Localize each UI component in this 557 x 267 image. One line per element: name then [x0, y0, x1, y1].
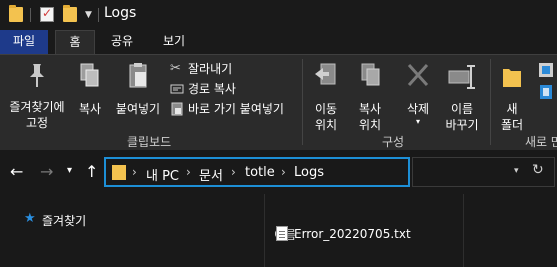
new-group-label: 새로 만 — [525, 135, 557, 149]
address-bar[interactable]: › 내 PC › 문서 › totle › Logs — [104, 157, 410, 187]
move-to-button[interactable]: 이동 위치 — [308, 61, 344, 133]
folder-icon — [9, 5, 23, 22]
tab-home[interactable]: 홈 — [55, 30, 95, 54]
chevron-right-icon[interactable]: › — [132, 165, 137, 179]
pin-label-line1: 즐겨찾기에 — [9, 100, 65, 114]
divider — [302, 59, 303, 145]
back-arrow-icon[interactable]: ← — [10, 162, 23, 181]
copy-to-icon — [361, 63, 380, 86]
breadcrumb-logs[interactable]: Logs — [294, 165, 324, 180]
clipboard-group-label: 클립보드 — [127, 135, 172, 149]
column-divider[interactable] — [463, 194, 464, 267]
move-to-icon — [315, 63, 336, 85]
move-to-label-line1: 이동 — [314, 102, 338, 116]
copy-path-label: 경로 복사 — [188, 82, 236, 96]
chevron-right-icon[interactable]: › — [186, 165, 191, 179]
move-to-label-line2: 위치 — [314, 118, 338, 132]
paste-shortcut-label: 바로 가기 붙여넣기 — [188, 102, 284, 116]
address-bar-controls: ▾ ↻ — [412, 157, 555, 187]
cut-label: 잘라내기 — [188, 62, 233, 76]
pane-divider[interactable] — [264, 194, 265, 267]
copy-icon — [80, 63, 99, 87]
pin-label-line2: 고정 — [25, 116, 49, 130]
copy-path-button[interactable]: 경로 복사 — [170, 80, 290, 98]
up-arrow-icon[interactable]: ↑ — [85, 162, 98, 181]
quick-access-label: 즐겨찾기 — [42, 214, 87, 228]
forward-arrow-icon[interactable]: → — [40, 162, 53, 181]
chevron-right-icon[interactable]: › — [281, 165, 286, 179]
ribbon-tabs: 파일 홈 공유 보기 — [0, 30, 557, 54]
file-row-name[interactable]: Error_20220705.txt — [294, 227, 411, 241]
copy-to-label-line2: 위치 — [358, 118, 382, 132]
text-file-icon — [276, 226, 288, 241]
rename-label-line2: 바꾸기 — [445, 118, 479, 132]
pin-icon — [30, 64, 44, 87]
paste-label: 붙여넣기 — [115, 102, 161, 116]
copy-to-label-line1: 복사 — [358, 102, 382, 116]
paste-shortcut-button[interactable]: 바로 가기 붙여넣기 — [170, 100, 300, 118]
rename-button[interactable]: 이름 바꾸기 — [442, 61, 482, 133]
rename-label-line1: 이름 — [450, 102, 474, 116]
window-title: Logs — [104, 5, 137, 21]
new-item-icon[interactable] — [537, 61, 555, 79]
clipboard-icon — [129, 63, 147, 88]
ribbon: 즐겨찾기에 고정 복사 붙여넣기 ✂ 잘라내기 경로 복사 바로 가기 붙여넣기… — [0, 54, 557, 150]
folder-icon — [112, 165, 126, 180]
new-folder-label-line2: 폴더 — [500, 118, 524, 132]
star-icon: ★ — [24, 211, 36, 226]
easy-access-icon[interactable] — [537, 83, 555, 101]
chevron-right-icon[interactable]: › — [231, 165, 236, 179]
tab-file[interactable]: 파일 — [0, 30, 48, 54]
tab-share[interactable]: 공유 — [106, 30, 138, 54]
divider — [98, 8, 99, 22]
new-folder-label-line1: 새 — [506, 102, 518, 116]
breadcrumb-documents[interactable]: 문서 — [199, 165, 223, 184]
new-folder-icon — [503, 69, 521, 87]
address-history-dropdown-icon[interactable]: ▾ — [514, 166, 519, 176]
scissors-icon: ✂ — [170, 61, 181, 76]
divider — [30, 8, 31, 22]
copy-label: 복사 — [78, 102, 102, 116]
paste-button[interactable]: 붙여넣기 — [110, 61, 166, 117]
breadcrumb-totle[interactable]: totle — [245, 165, 275, 180]
tab-view[interactable]: 보기 — [158, 30, 190, 54]
copy-path-icon — [170, 84, 184, 94]
delete-button[interactable]: 삭제 ▾ — [400, 61, 436, 127]
delete-label: 삭제 — [406, 102, 430, 116]
refresh-icon[interactable]: ↻ — [532, 162, 544, 178]
rename-icon — [448, 65, 475, 89]
copy-button[interactable]: 복사 — [74, 61, 106, 117]
paste-shortcut-icon — [171, 102, 183, 116]
copy-to-button[interactable]: 복사 위치 — [352, 61, 388, 133]
breadcrumb-this-pc[interactable]: 내 PC — [146, 165, 179, 184]
properties-icon[interactable] — [40, 6, 54, 22]
cut-button[interactable]: ✂ 잘라내기 — [170, 60, 290, 78]
title-bar: ▼ Logs — [0, 0, 557, 30]
new-folder-quick-icon[interactable] — [63, 5, 77, 22]
organize-group-label: 구성 — [382, 135, 405, 149]
recent-locations-chevron-icon[interactable]: ▾ — [67, 165, 72, 176]
delete-dropdown-icon[interactable]: ▾ — [400, 117, 436, 127]
pin-to-quick-access-button[interactable]: 즐겨찾기에 고정 — [4, 61, 70, 131]
navigation-bar: ← → ▾ ↑ › 내 PC › 문서 › totle › Logs ▾ ↻ — [0, 150, 557, 194]
new-folder-button[interactable]: 새 폴더 — [497, 61, 527, 133]
divider — [490, 59, 491, 145]
quick-access-dropdown-icon[interactable]: ▼ — [85, 10, 92, 20]
delete-icon — [407, 63, 429, 87]
